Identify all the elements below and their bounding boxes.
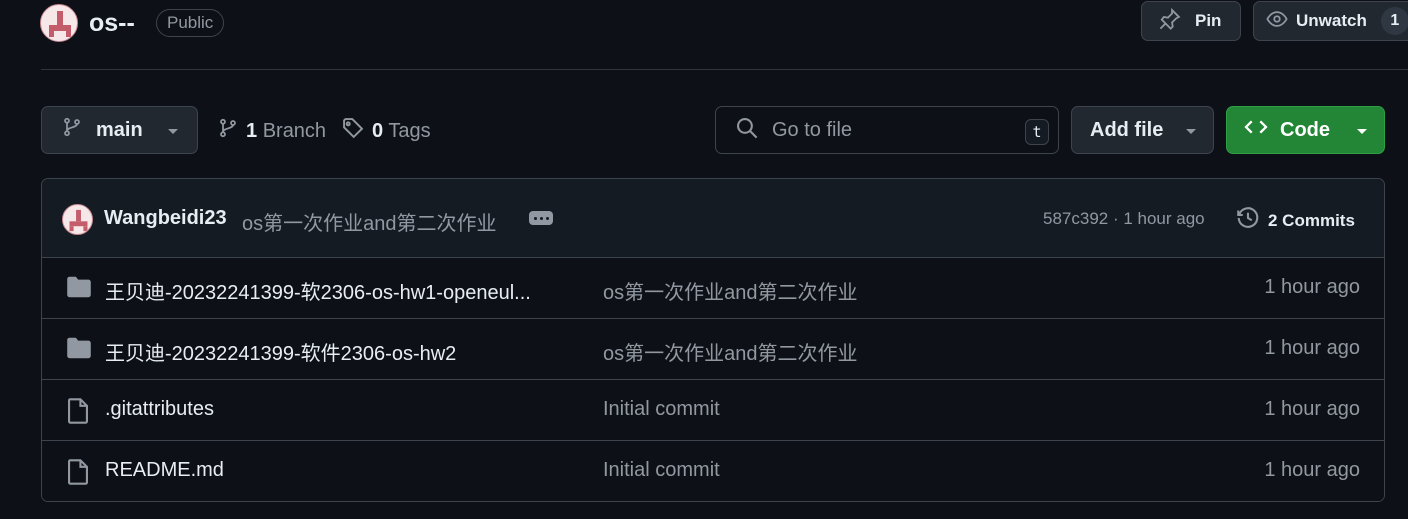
file-row[interactable]: 王贝迪-20232241399-软件2306-os-hw2 os第一次作业and… [42, 319, 1384, 380]
branch-selector[interactable]: main [41, 106, 198, 154]
tag-label: Tags [388, 119, 431, 142]
chevron-down-icon [167, 119, 179, 142]
commit-author[interactable]: Wangbeidi23 [104, 207, 227, 230]
chevron-down-icon [1185, 119, 1197, 142]
file-time: 1 hour ago [1264, 398, 1360, 420]
latest-commit-bar: Wangbeidi23 os第一次作业and第二次作业 587c392 · 1 … [42, 179, 1384, 258]
unwatch-label: Unwatch [1296, 11, 1367, 30]
repo-owner-avatar[interactable] [40, 4, 78, 42]
file-row[interactable]: README.md Initial commit 1 hour ago [42, 441, 1384, 501]
commit-message[interactable]: os第一次作业and第二次作业 [242, 207, 497, 236]
add-file-button[interactable]: Add file [1071, 106, 1214, 154]
commit-author-avatar[interactable] [62, 204, 93, 235]
branches-link[interactable]: 1 Branch [218, 117, 326, 145]
file-row[interactable]: 王贝迪-20232241399-软2306-os-hw1-openeul... … [42, 258, 1384, 319]
file-time: 1 hour ago [1264, 337, 1360, 359]
eye-icon [1266, 8, 1288, 35]
tag-count: 0 [372, 119, 384, 142]
commits-link[interactable]: 2 Commits [1236, 206, 1355, 235]
folder-icon [66, 337, 92, 364]
code-icon [1244, 117, 1268, 143]
file-icon [66, 459, 90, 490]
pin-icon [1159, 7, 1181, 35]
file-row[interactable]: .gitattributes Initial commit 1 hour ago [42, 380, 1384, 441]
search-icon [736, 117, 758, 144]
file-commit-message[interactable]: Initial commit [603, 398, 720, 421]
file-commit-message[interactable]: os第一次作业and第二次作业 [603, 337, 858, 366]
code-button[interactable]: Code [1226, 106, 1385, 154]
search-placeholder: Go to file [772, 118, 853, 141]
folder-icon [66, 276, 92, 303]
file-table: Wangbeidi23 os第一次作业and第二次作业 587c392 · 1 … [41, 178, 1385, 502]
file-name[interactable]: 王贝迪-20232241399-软2306-os-hw1-openeul... [105, 276, 531, 305]
unwatch-button[interactable]: Unwatch 1 [1253, 1, 1408, 41]
file-icon [66, 398, 90, 429]
tags-link[interactable]: 0 Tags [342, 117, 431, 145]
pin-button[interactable]: Pin [1141, 1, 1241, 41]
ellipsis-icon[interactable] [529, 211, 553, 225]
file-time: 1 hour ago [1264, 459, 1360, 481]
code-label: Code [1280, 118, 1330, 141]
commits-count-label: 2 Commits [1268, 210, 1355, 230]
file-name[interactable]: README.md [105, 459, 224, 482]
add-file-label: Add file [1090, 118, 1164, 141]
watch-count: 1 [1380, 7, 1408, 35]
branch-label: Branch [262, 119, 327, 142]
repo-name[interactable]: os-- [89, 6, 135, 40]
branch-name: main [96, 118, 143, 141]
file-commit-message[interactable]: os第一次作业and第二次作业 [603, 276, 858, 305]
go-to-file-search[interactable]: Go to file t [715, 106, 1059, 154]
keyboard-shortcut-hint: t [1025, 119, 1049, 145]
header-divider [41, 69, 1408, 70]
file-time: 1 hour ago [1264, 276, 1360, 298]
tag-icon [342, 117, 364, 145]
history-icon [1236, 206, 1260, 235]
file-commit-message[interactable]: Initial commit [603, 459, 720, 482]
visibility-badge: Public [156, 9, 225, 37]
git-branch-icon [218, 117, 238, 145]
file-name[interactable]: 王贝迪-20232241399-软件2306-os-hw2 [105, 337, 456, 366]
branch-count: 1 [246, 119, 258, 142]
chevron-down-icon [1356, 119, 1368, 142]
git-branch-icon [62, 116, 82, 144]
commit-sha-time[interactable]: 587c392 · 1 hour ago [1043, 209, 1205, 229]
pin-label: Pin [1195, 11, 1222, 30]
file-name[interactable]: .gitattributes [105, 398, 214, 421]
